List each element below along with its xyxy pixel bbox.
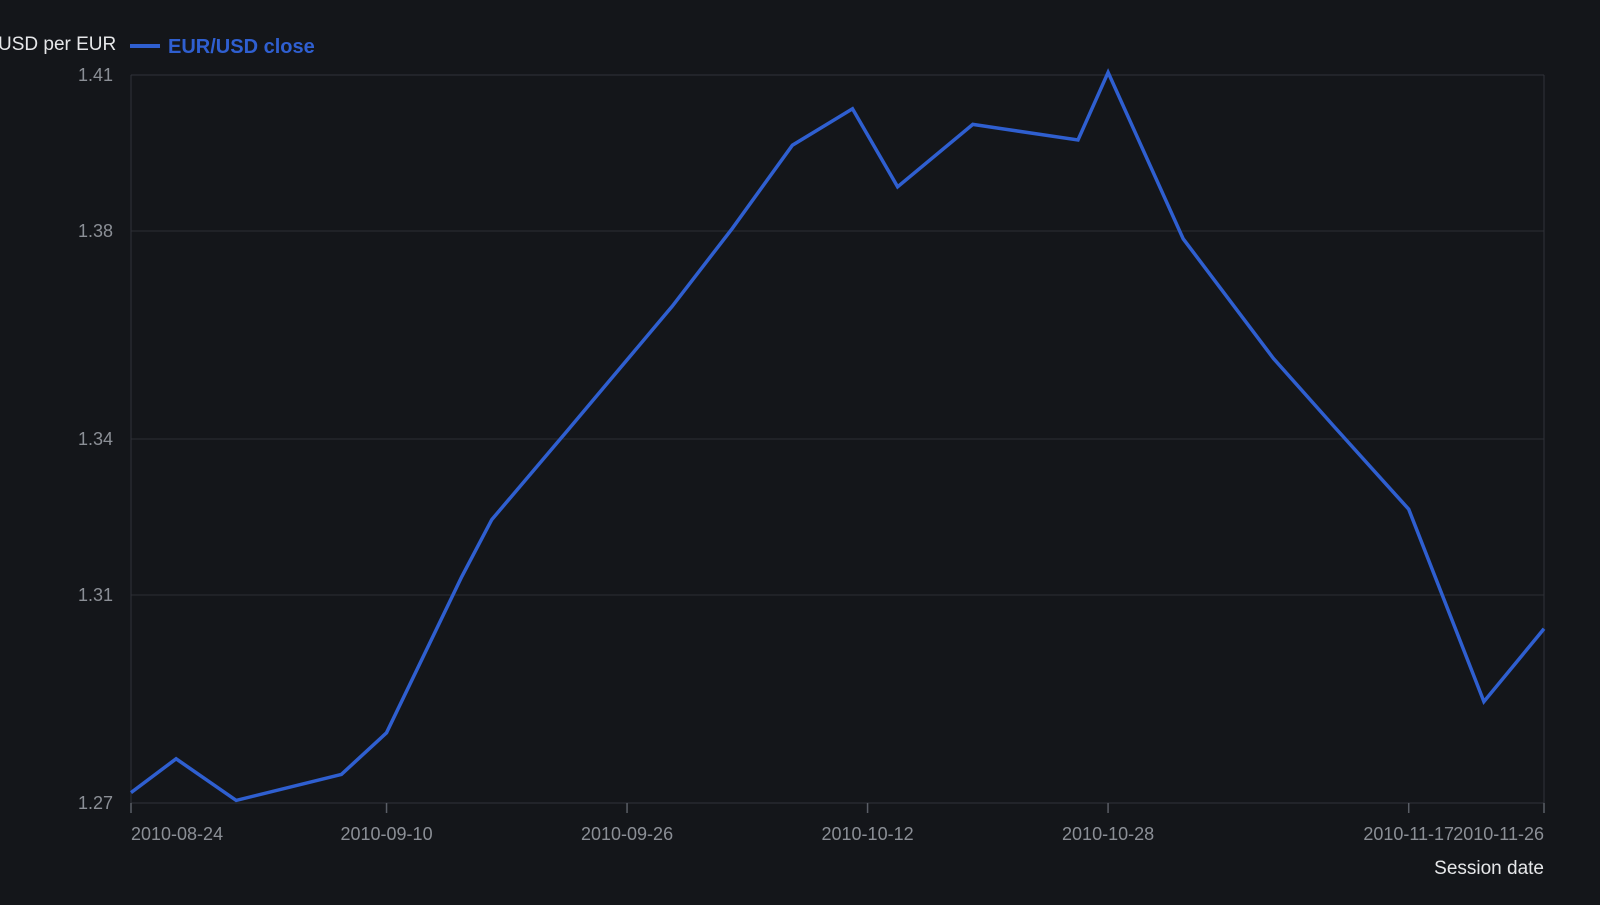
y-tick-label: 1.38 [78, 221, 113, 241]
x-tick-label: 2010-08-24 [131, 824, 223, 844]
x-axis-title: Session date [1434, 858, 1544, 879]
y-axis-ticks: 1.27 1.31 1.34 1.38 1.41 [78, 65, 113, 813]
y-tick-label: 1.31 [78, 585, 113, 605]
y-tick-label: 1.34 [78, 429, 113, 449]
x-tick-label: 2010-10-12 [822, 824, 914, 844]
series-line-eur-usd-close [129, 68, 1546, 803]
series-layer [129, 68, 1546, 803]
y-tick-label: 1.41 [78, 65, 113, 85]
x-tick-label: 2010-09-10 [341, 824, 433, 844]
y-axis-title: USD per EUR [0, 34, 116, 55]
x-tick-label: 2010-11-26 [1453, 824, 1544, 844]
y-tick-label: 1.27 [78, 793, 113, 813]
legend: EUR/USD close [130, 36, 315, 58]
x-tick-label: 2010-09-26 [581, 824, 673, 844]
line-chart: 1.27 1.31 1.34 1.38 1.41 2010-08-24 2010-09-1… [0, 34, 1546, 879]
x-axis-ticks: 2010-08-24 2010-09-10 2010-09-26 2010-10-12… [130, 803, 1545, 844]
grid-layer [131, 74, 1544, 596]
legend-label: EUR/USD close [168, 36, 315, 58]
chart-container: 1.27 1.31 1.34 1.38 1.41 2010-08-24 2010-09-1… [0, 0, 1600, 900]
x-tick-label: 2010-11-17 [1363, 824, 1454, 844]
x-tick-label: 2010-10-28 [1062, 824, 1154, 844]
